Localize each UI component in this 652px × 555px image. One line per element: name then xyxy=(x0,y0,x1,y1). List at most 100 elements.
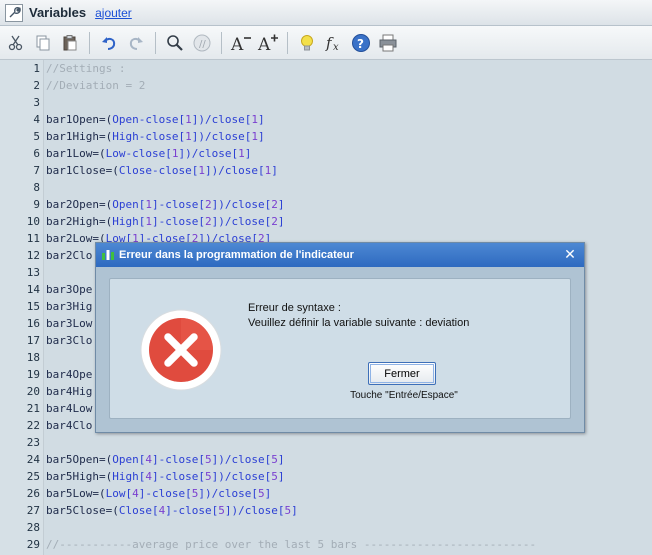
line-number: 12 xyxy=(26,249,40,262)
error-dialog: Erreur dans la programmation de l'indica… xyxy=(95,242,585,433)
copy-icon[interactable] xyxy=(31,31,55,55)
code-text: //-----------average price over the last… xyxy=(46,536,536,553)
dialog-title-bar[interactable]: Erreur dans la programmation de l'indica… xyxy=(96,243,584,267)
code-token: High[ xyxy=(112,470,146,483)
code-token: 1 xyxy=(251,113,258,126)
comment-icon[interactable]: // xyxy=(190,31,214,55)
code-token: 1 xyxy=(238,147,245,160)
print-icon[interactable] xyxy=(376,31,400,55)
code-token: bar5High=( xyxy=(46,470,113,483)
code-text: bar5Open=(Open[4]-close[5])/close[5] xyxy=(46,451,284,468)
line-number: 23 xyxy=(26,436,40,449)
code-token: bar1Close=( xyxy=(46,164,119,177)
line-number: 25 xyxy=(26,470,40,483)
code-token: ])/close[ xyxy=(211,470,272,483)
font-increase-icon[interactable]: A xyxy=(256,31,280,55)
code-token: bar2High=( xyxy=(46,215,113,228)
line-number: 28 xyxy=(26,521,40,534)
code-token: -close[ xyxy=(138,113,186,126)
code-text: bar5Low=(Low[4]-close[5])/close[5] xyxy=(46,485,271,502)
close-button[interactable]: Fermer xyxy=(368,362,436,385)
code-token: 5 xyxy=(204,470,212,483)
code-line[interactable]: 28 xyxy=(0,519,652,536)
code-token: bar1Low=( xyxy=(46,147,106,160)
code-text: bar4Low xyxy=(46,400,92,417)
font-decrease-icon[interactable]: A xyxy=(229,31,253,55)
code-line[interactable]: 8 xyxy=(0,179,652,196)
code-line[interactable]: 25 bar5High=(High[4]-close[5])/close[5] xyxy=(0,468,652,485)
code-line[interactable]: 6 bar1Low=(Low-close[1])/close[1] xyxy=(0,145,652,162)
line-number: 6 xyxy=(33,147,40,160)
code-token: Low[ xyxy=(105,487,133,500)
title-bar: Variables ajouter xyxy=(0,0,652,26)
close-icon[interactable]: ✕ xyxy=(562,247,578,263)
line-number: 14 xyxy=(26,283,40,296)
code-token: Open xyxy=(112,113,139,126)
code-token: ])/close[ xyxy=(211,215,272,228)
code-line[interactable]: 2 //Deviation = 2 xyxy=(0,77,652,94)
help-icon[interactable]: ? xyxy=(349,31,373,55)
line-number: 15 xyxy=(26,300,40,313)
code-token: 4 xyxy=(145,470,152,483)
add-link[interactable]: ajouter xyxy=(95,6,132,20)
code-token: 2 xyxy=(204,198,212,211)
svg-text:x: x xyxy=(333,42,339,53)
search-icon[interactable] xyxy=(163,31,187,55)
code-token: ]-close[ xyxy=(151,453,205,466)
code-text: bar1Open=(Open-close[1])/close[1] xyxy=(46,111,265,128)
function-icon[interactable]: fx xyxy=(322,31,346,55)
code-token: ] xyxy=(277,453,285,466)
code-token: ])/close[ xyxy=(204,164,265,177)
code-line[interactable]: 7 bar1Close=(Close-close[1])/close[1] xyxy=(0,162,652,179)
code-text: bar1Low=(Low-close[1])/close[1] xyxy=(46,145,251,162)
code-token: ]-close[ xyxy=(165,504,219,517)
code-token: 1 xyxy=(251,130,258,143)
code-token: bar4Low xyxy=(46,402,93,415)
scissors-icon[interactable] xyxy=(4,31,28,55)
code-token: ])/close[ xyxy=(198,487,258,500)
redo-icon[interactable] xyxy=(124,31,148,55)
code-line[interactable]: 9 bar2Open=(Open[1]-close[2])/close[2] xyxy=(0,196,652,213)
code-line[interactable]: 27 bar5Close=(Close[4]-close[5])/close[5] xyxy=(0,502,652,519)
code-token: 1 xyxy=(145,215,152,228)
undo-icon[interactable] xyxy=(97,31,121,55)
code-token: -close[ xyxy=(125,147,172,160)
code-token: High[ xyxy=(112,215,146,228)
line-number: 24 xyxy=(26,453,40,466)
indicator-icon xyxy=(101,248,115,262)
code-token: ]-close[ xyxy=(151,198,205,211)
line-number: 26 xyxy=(26,487,40,500)
code-token: ] xyxy=(277,215,285,228)
code-token: bar3Low xyxy=(46,317,93,330)
svg-text://: // xyxy=(199,39,206,50)
code-token: bar4Ope xyxy=(46,368,93,381)
code-text: bar2Open=(Open[1]-close[2])/close[2] xyxy=(46,196,284,213)
code-token: bar3Hig xyxy=(46,300,93,313)
code-line[interactable]: 4 bar1Open=(Open-close[1])/close[1] xyxy=(0,111,652,128)
code-token: 4 xyxy=(145,453,152,466)
code-line[interactable]: 10 bar2High=(High[1]-close[2])/close[2] xyxy=(0,213,652,230)
code-line[interactable]: 29 //-----------average price over the la… xyxy=(0,536,652,553)
code-text: bar1Close=(Close-close[1])/close[1] xyxy=(46,162,278,179)
code-text: bar2High=(High[1]-close[2])/close[2] xyxy=(46,213,284,230)
code-token: 2 xyxy=(271,215,278,228)
code-line[interactable]: 3 xyxy=(0,94,652,111)
code-token: 2 xyxy=(271,198,278,211)
code-token: ] xyxy=(244,147,252,160)
code-token: bar5Open=( xyxy=(46,453,113,466)
paste-icon[interactable] xyxy=(58,31,82,55)
code-token: High xyxy=(112,130,139,143)
lightbulb-icon[interactable] xyxy=(295,31,319,55)
line-number: 5 xyxy=(33,130,40,143)
line-number: 22 xyxy=(26,419,40,432)
line-number: 16 xyxy=(26,317,40,330)
error-message-detail: Veuillez définir la variable suivante : … xyxy=(248,317,470,329)
code-text: bar3Ope xyxy=(46,281,92,298)
code-line[interactable]: 5 bar1High=(High-close[1])/close[1] xyxy=(0,128,652,145)
code-line[interactable]: 1 //Settings : xyxy=(0,60,652,77)
code-line[interactable]: 26 bar5Low=(Low[4]-close[5])/close[5] xyxy=(0,485,652,502)
code-token: bar1High=( xyxy=(46,130,113,143)
line-number: 4 xyxy=(33,113,40,126)
code-line[interactable]: 23 xyxy=(0,434,652,451)
code-line[interactable]: 24 bar5Open=(Open[4]-close[5])/close[5] xyxy=(0,451,652,468)
